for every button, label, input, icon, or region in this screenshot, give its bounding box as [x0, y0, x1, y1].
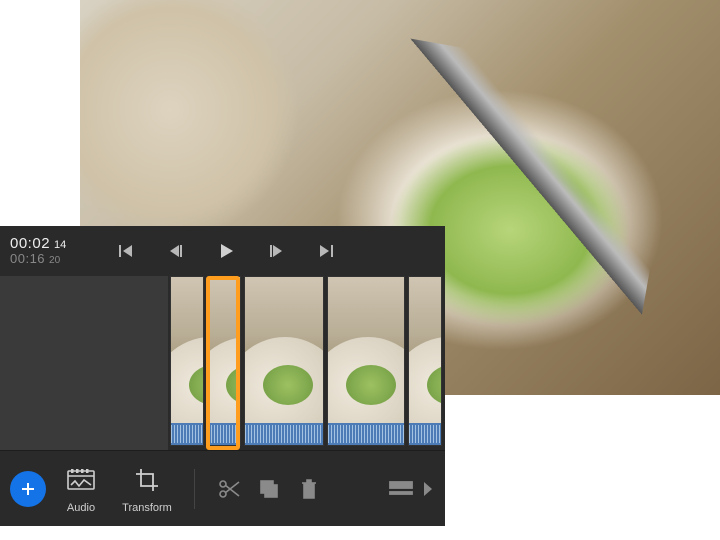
timeline[interactable]	[0, 272, 445, 450]
crop-icon	[130, 463, 164, 497]
current-timecode: 00:02	[10, 236, 50, 253]
transform-label: Transform	[122, 502, 172, 514]
add-button[interactable]	[10, 471, 46, 507]
duration-timecode: 00:16	[10, 252, 45, 266]
timeline-clip[interactable]	[408, 276, 442, 446]
step-forward-button[interactable]	[265, 240, 287, 262]
audio-tool[interactable]: Audio	[48, 463, 114, 514]
transport-bar: 00:02 14 00:16 20	[0, 226, 445, 272]
toolbar-divider	[194, 469, 195, 509]
bottom-toolbar: Audio Transform	[0, 450, 445, 526]
video-editor-panel: 00:02 14 00:16 20	[0, 226, 445, 526]
split-clip-button[interactable]	[209, 471, 249, 507]
go-to-end-button[interactable]	[315, 240, 337, 262]
timeline-clip[interactable]	[327, 276, 405, 446]
timecode-block: 00:02 14 00:16 20	[10, 236, 105, 267]
duration-frames: 20	[49, 255, 60, 266]
more-forward-icon[interactable]	[421, 471, 435, 507]
audio-icon	[64, 463, 98, 497]
audio-label: Audio	[67, 502, 95, 514]
current-frames: 14	[54, 239, 66, 251]
step-back-button[interactable]	[165, 240, 187, 262]
clip-strip	[168, 276, 444, 446]
transform-tool[interactable]: Transform	[114, 463, 180, 514]
timeline-clip[interactable]	[207, 276, 241, 446]
go-to-start-button[interactable]	[115, 240, 137, 262]
transport-controls	[115, 240, 337, 262]
timeline-view-button[interactable]	[381, 471, 421, 507]
play-button[interactable]	[215, 240, 237, 262]
timeline-leading-space	[0, 276, 168, 450]
duplicate-button[interactable]	[249, 471, 289, 507]
delete-button[interactable]	[289, 471, 329, 507]
timeline-clip[interactable]	[170, 276, 204, 446]
timeline-clip[interactable]	[244, 276, 324, 446]
